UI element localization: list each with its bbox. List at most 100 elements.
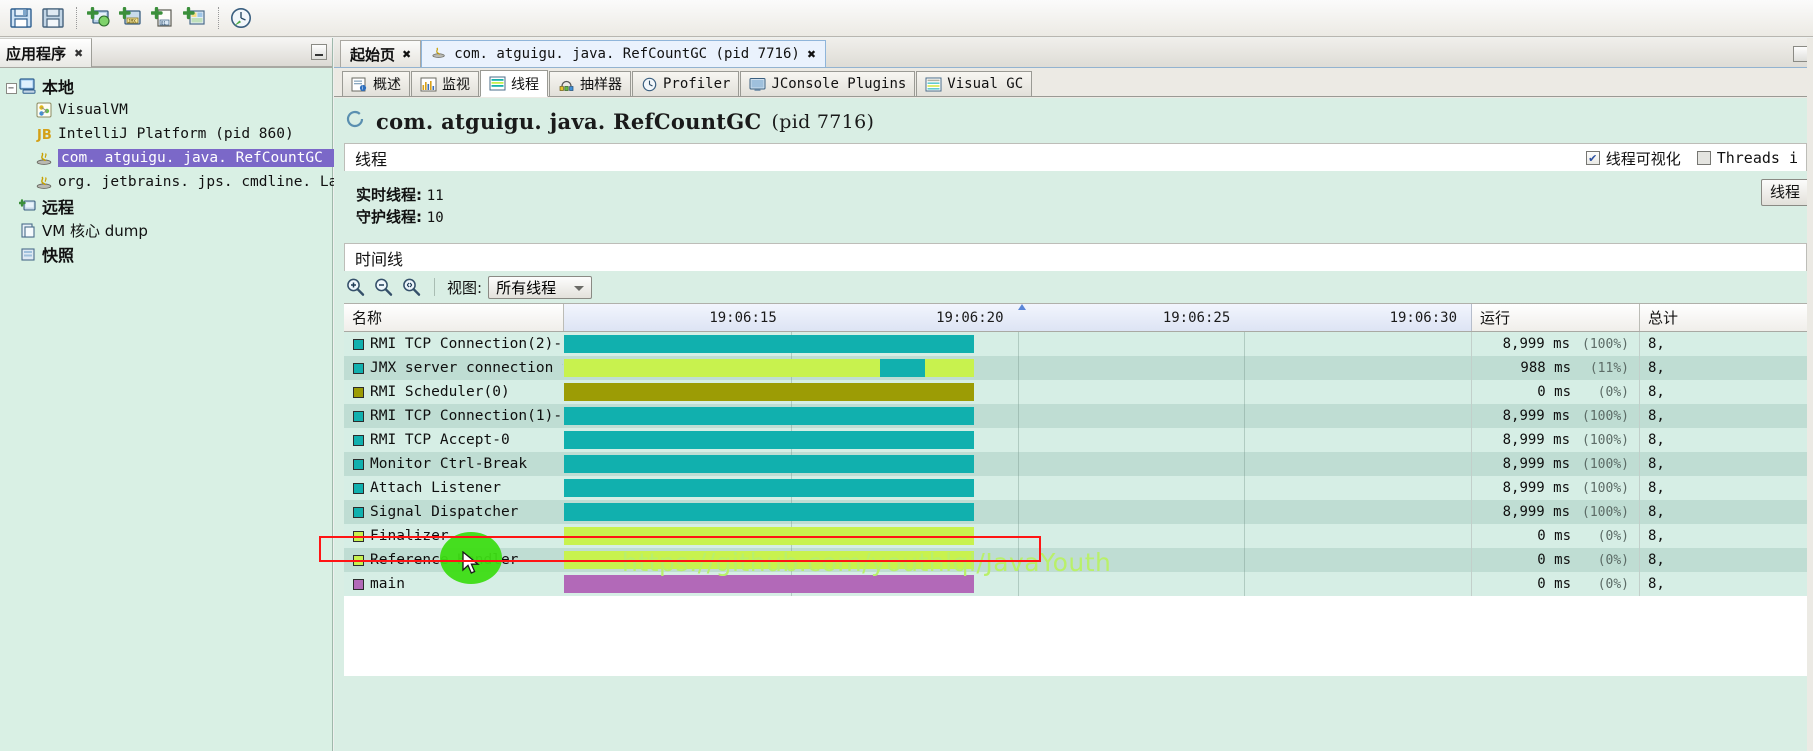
- zoom-fit-icon[interactable]: [400, 276, 422, 298]
- tab-profiler-label: Profiler: [663, 76, 731, 92]
- applications-panel: 应用程序 ✖ − 本地 VisualVM JB IntelliJ Platfor…: [0, 38, 407, 751]
- table-row[interactable]: Finalizer 0 ms (0%) 8,: [344, 524, 1808, 548]
- daemon-threads-value: 10: [426, 210, 444, 226]
- table-row[interactable]: JMX server connection time 988 ms (11%) 8,: [344, 356, 1808, 380]
- thread-timeline-cell[interactable]: [564, 524, 1472, 548]
- view-select-value: 所有线程: [496, 278, 557, 297]
- expander-local[interactable]: −: [4, 77, 18, 95]
- close-icon[interactable]: ✖: [807, 48, 816, 61]
- thread-color-swatch: [353, 458, 364, 470]
- thread-state-bar: [564, 407, 974, 425]
- view-label: 视图:: [447, 278, 483, 297]
- column-header-name[interactable]: 名称: [344, 304, 564, 331]
- total-time-cell: 8,: [1640, 572, 1808, 596]
- total-time-value: 8,: [1648, 552, 1665, 568]
- add-remote-host-icon[interactable]: [84, 4, 114, 32]
- thread-name-cell: Attach Listener: [344, 476, 564, 500]
- thread-state-bar: [564, 335, 974, 353]
- save-icon[interactable]: [6, 4, 36, 32]
- tree-node-snapshot[interactable]: 快照: [4, 242, 332, 266]
- column-header-timeline[interactable]: 19:06:15 19:06:20 19:06:25 19:06:30: [564, 304, 1472, 331]
- save-all-icon[interactable]: [38, 4, 68, 32]
- visualvm-window: JMX 01 应用程序 ✖ − 本地 VisualVM JB IntelliJ …: [0, 0, 1813, 751]
- thread-name-label: RMI TCP Connection(2)-192.: [370, 336, 563, 352]
- tree-node-local[interactable]: − 本地: [4, 74, 332, 98]
- minimize-button[interactable]: [311, 44, 327, 60]
- tab-overview[interactable]: i 概述: [342, 71, 410, 96]
- take-thread-dump-icon[interactable]: 01: [148, 4, 178, 32]
- thread-color-swatch: [353, 434, 364, 446]
- tree-node-launcher[interactable]: org. jetbrains. jps. cmdline. Launcher (: [4, 170, 407, 194]
- thread-timeline-cell[interactable]: [564, 452, 1472, 476]
- running-time-value: 0 ms: [1537, 384, 1571, 400]
- thread-timeline-cell[interactable]: [564, 380, 1472, 404]
- total-time-cell: 8,: [1640, 332, 1808, 356]
- tab-applications[interactable]: 应用程序 ✖: [0, 38, 93, 67]
- doc-tab-refcountgc[interactable]: com. atguigu. java. RefCountGC (pid 7716…: [421, 40, 827, 67]
- tree-node-remote[interactable]: 远程: [4, 194, 332, 218]
- column-header-running[interactable]: 运行: [1472, 304, 1640, 331]
- take-heap-dump-icon[interactable]: [180, 4, 210, 32]
- chevron-down-icon: [574, 285, 585, 291]
- svg-text:JB: JB: [36, 128, 52, 143]
- running-time-value: 8,999 ms: [1502, 432, 1571, 448]
- total-time-value: 8,: [1648, 576, 1665, 592]
- thread-timeline-cell[interactable]: [564, 332, 1472, 356]
- add-jmx-connection-icon[interactable]: JMX: [116, 4, 146, 32]
- thread-timeline-cell[interactable]: [564, 500, 1472, 524]
- thread-state-bar: [564, 575, 974, 593]
- tab-sampler[interactable]: 抽样器: [549, 71, 631, 96]
- thread-timeline-cell[interactable]: [564, 404, 1472, 428]
- timeline-gridline: [1017, 404, 1019, 428]
- table-row[interactable]: RMI TCP Accept-0 8,999 ms (100%) 8,: [344, 428, 1808, 452]
- tab-visual-gc[interactable]: Visual GC: [916, 71, 1033, 96]
- page-title-pid: (pid 7716): [771, 110, 875, 133]
- close-icon[interactable]: ✖: [74, 47, 83, 60]
- tab-applications-label: 应用程序: [6, 44, 67, 63]
- zoom-in-icon[interactable]: [344, 276, 366, 298]
- thread-timeline-cell[interactable]: [564, 428, 1472, 452]
- table-row[interactable]: Attach Listener 8,999 ms (100%) 8,: [344, 476, 1808, 500]
- tree-node-intellij[interactable]: JB IntelliJ Platform (pid 860): [4, 122, 332, 146]
- tab-jconsole-plugins[interactable]: JConsole Plugins: [740, 71, 916, 96]
- zoom-out-icon[interactable]: [372, 276, 394, 298]
- running-time-percent: (100%): [1582, 408, 1629, 424]
- thread-dump-button[interactable]: 线程: [1760, 179, 1809, 206]
- tab-sampler-label: 抽样器: [580, 77, 622, 93]
- running-time-cell: 988 ms (11%): [1472, 356, 1640, 380]
- checkbox-threads-inspector[interactable]: Threads i: [1696, 149, 1798, 167]
- live-threads-label: 实时线程:: [356, 186, 422, 204]
- running-time-percent: (0%): [1597, 384, 1629, 400]
- doc-tab-start-page[interactable]: 起始页 ✖: [340, 40, 422, 67]
- thread-timeline-cell[interactable]: [564, 476, 1472, 500]
- total-time-value: 8,: [1648, 384, 1665, 400]
- running-time-percent: (100%): [1582, 456, 1629, 472]
- tree-node-visualvm[interactable]: VisualVM: [4, 98, 332, 122]
- running-time-value: 8,999 ms: [1502, 480, 1571, 496]
- tab-monitor[interactable]: 监视: [411, 71, 479, 96]
- tab-profiler[interactable]: Profiler: [632, 71, 740, 96]
- running-time-percent: (100%): [1582, 432, 1629, 448]
- tree-node-refcountgc[interactable]: com. atguigu. java. RefCountGC (pid 771: [4, 146, 405, 170]
- timeline-gridline: [1244, 332, 1246, 356]
- thread-color-swatch: [353, 554, 364, 566]
- table-row[interactable]: RMI Scheduler(0) 0 ms (0%) 8,: [344, 380, 1808, 404]
- tab-threads[interactable]: 线程: [480, 70, 548, 97]
- running-time-cell: 0 ms (0%): [1472, 572, 1640, 596]
- thread-timeline-cell[interactable]: [564, 356, 1472, 380]
- tree-node-vm-coredump[interactable]: VM 核心 dump: [4, 218, 332, 242]
- column-header-total[interactable]: 总计: [1640, 304, 1808, 331]
- thread-color-swatch: [353, 386, 364, 398]
- tree-label-visualvm: VisualVM: [58, 102, 128, 118]
- table-row[interactable]: Signal Dispatcher 8,999 ms (100%) 8,: [344, 500, 1808, 524]
- profiler-clock-icon[interactable]: [226, 4, 256, 32]
- table-row[interactable]: Monitor Ctrl-Break 8,999 ms (100%) 8,: [344, 452, 1808, 476]
- close-icon[interactable]: ✖: [402, 48, 411, 61]
- checkbox-thread-visualization-label: 线程可视化: [1605, 149, 1681, 168]
- checkbox-thread-visualization[interactable]: ✔ 线程可视化: [1585, 148, 1681, 169]
- table-row[interactable]: RMI TCP Connection(2)-192. 8,999 ms (100%)…: [344, 332, 1808, 356]
- table-row[interactable]: RMI TCP Connection(1)-192. 8,999 ms (100%)…: [344, 404, 1808, 428]
- time-tick: 19:06:25: [1162, 309, 1231, 326]
- view-select[interactable]: 所有线程: [488, 275, 593, 299]
- jconsole-icon: [749, 77, 766, 92]
